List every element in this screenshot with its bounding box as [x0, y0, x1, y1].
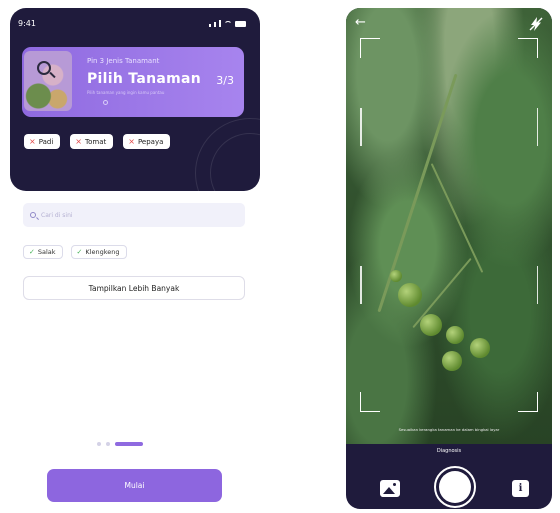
remove-icon[interactable]: ×: [128, 137, 135, 146]
frame-corner: [518, 38, 538, 58]
banner-title: Pilih Tanaman: [87, 71, 202, 87]
tomato: [398, 283, 422, 307]
camera-viewfinder[interactable]: ← Sesuaikan kerangka tanaman ke dalam bi…: [346, 8, 552, 444]
search-input[interactable]: [41, 211, 221, 219]
status-icons: [209, 20, 246, 27]
magnifier-handle: [49, 71, 56, 79]
wifi-icon: [224, 21, 232, 27]
frame-corner: [360, 38, 380, 58]
selected-chip-padi[interactable]: × Padi: [24, 134, 61, 149]
check-icon: ✓: [29, 248, 35, 256]
frame-edge: [536, 266, 538, 304]
tomato: [470, 338, 490, 358]
header-panel: 9:41 Pin 3 Jenis Tanamant Pilih Tanaman …: [10, 8, 260, 191]
status-bar: 9:41: [18, 19, 252, 31]
signal-icon: [219, 20, 221, 27]
plant-illustration: [24, 51, 72, 111]
frame-corner: [518, 392, 538, 412]
banner-dot-icon: [103, 100, 108, 105]
shutter-icon: [439, 471, 471, 503]
page-dot: [106, 442, 110, 446]
framing-hint: Sesuaikan kerangka tanaman ke dalam bing…: [398, 427, 500, 432]
frame-edge: [360, 266, 362, 304]
chip-label: Padi: [38, 137, 54, 146]
page-indicator: [97, 442, 143, 446]
remove-icon[interactable]: ×: [29, 137, 36, 146]
tomato: [390, 270, 402, 282]
gallery-icon: [383, 487, 395, 494]
shutter-button[interactable]: [434, 466, 476, 508]
tomato: [420, 314, 442, 336]
show-more-button[interactable]: Tampilkan Lebih Banyak: [23, 276, 245, 300]
plant-banner: Pin 3 Jenis Tanamant Pilih Tanaman Pilih…: [22, 47, 244, 117]
signal-icon: [214, 22, 216, 27]
flash-off-icon[interactable]: [528, 16, 544, 32]
check-icon: ✓: [76, 248, 83, 256]
camera-screen: ← Sesuaikan kerangka tanaman ke dalam bi…: [346, 8, 552, 509]
gallery-button[interactable]: [380, 480, 400, 497]
tomato: [446, 326, 464, 344]
mode-label: Diagnosis: [436, 448, 462, 454]
chip-label: Klengkeng: [85, 248, 120, 256]
back-arrow-icon[interactable]: ←: [355, 16, 366, 29]
status-time: 9:41: [18, 19, 36, 28]
chip-label: Salak: [37, 248, 56, 256]
step-counter: 3/3: [216, 74, 234, 87]
onboarding-screen: 9:41 Pin 3 Jenis Tanamant Pilih Tanaman …: [10, 8, 260, 508]
suggestion-chip-salak[interactable]: ✓ Salak: [23, 245, 63, 259]
signal-icon: [209, 24, 211, 27]
gallery-icon: [393, 483, 396, 486]
info-icon: i: [518, 483, 523, 494]
tomato: [442, 351, 462, 371]
selected-chip-pepaya[interactable]: × Pepaya: [123, 134, 171, 149]
remove-icon[interactable]: ×: [75, 137, 82, 146]
frame-edge: [536, 108, 538, 146]
page-dot-active: [115, 442, 143, 446]
selected-plants: × Padi × Tomat × Pepaya: [24, 134, 171, 149]
info-button[interactable]: i: [512, 480, 529, 497]
frame-corner: [360, 392, 380, 412]
chip-label: Pepaya: [137, 137, 164, 146]
battery-icon: [235, 21, 246, 27]
plant-suggestions: ✓ Salak ✓ Klengkeng: [23, 245, 127, 259]
plant-stem: [430, 163, 484, 273]
chip-label: Tomat: [85, 137, 107, 146]
selected-chip-tomat[interactable]: × Tomat: [70, 134, 114, 149]
banner-subtitle: Pin 3 Jenis Tanamant: [87, 57, 160, 65]
frame-edge: [360, 108, 362, 146]
page-dot: [97, 442, 101, 446]
start-button[interactable]: Mulai: [47, 469, 222, 502]
banner-description: Pilih tanaman yang ingin kamu pantau: [87, 90, 165, 95]
suggestion-chip-klengkeng[interactable]: ✓ Klengkeng: [70, 245, 127, 259]
search-icon: [30, 212, 36, 218]
search-field[interactable]: [23, 203, 245, 227]
